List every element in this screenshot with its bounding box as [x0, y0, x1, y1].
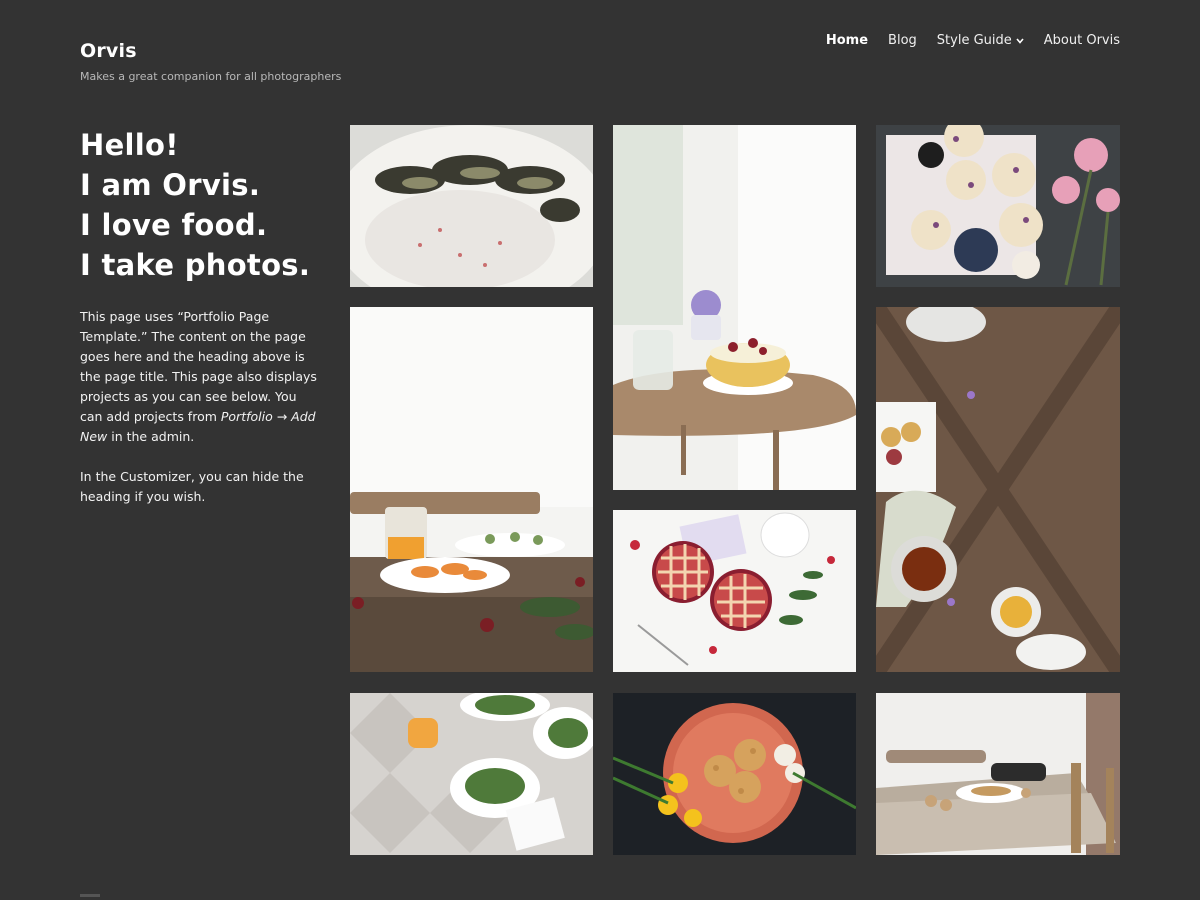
wood-table-photo: [876, 307, 1120, 672]
portfolio-item-dining-room[interactable]: [876, 693, 1120, 855]
page-intro: Hello! I am Orvis. I love food. I take p…: [80, 125, 320, 507]
portfolio-item-berry-pies[interactable]: [613, 510, 856, 672]
pastries-photo: [876, 125, 1120, 287]
portfolio-item-fruit-bowl[interactable]: [613, 125, 856, 490]
nav-item-label: About Orvis: [1043, 33, 1120, 48]
portfolio-grid: [350, 125, 1120, 855]
nav-item-style-guide[interactable]: Style Guide: [937, 33, 1024, 48]
portfolio-item-wood-table[interactable]: [876, 307, 1120, 672]
portfolio-item-pastries[interactable]: [876, 125, 1120, 287]
nav-item-label: Style Guide: [936, 33, 1012, 48]
nav-item-label: Home: [825, 33, 869, 48]
nav-item-label: Blog: [888, 33, 917, 48]
dining-room-photo: [876, 693, 1120, 855]
portfolio-item-breakfast[interactable]: [350, 307, 593, 672]
customizer-paragraph: In the Customizer, you can hide the head…: [80, 469, 304, 504]
headline-line: I take photos.: [80, 248, 311, 282]
headline-line: Hello!: [80, 128, 179, 162]
main-navigation: Home Blog Style Guide About Orvis: [826, 33, 1120, 48]
scroll-indicator: [80, 894, 100, 897]
salads-photo: [350, 693, 593, 855]
oysters-photo: [350, 125, 593, 287]
breakfast-photo: [350, 307, 593, 672]
headline-line: I am Orvis.: [80, 168, 261, 202]
portfolio-item-cookies[interactable]: [613, 693, 856, 855]
portfolio-item-salads[interactable]: [350, 693, 593, 855]
headline-line: I love food.: [80, 208, 268, 242]
site-description: Makes a great companion for all photogra…: [80, 70, 342, 83]
nav-item-about[interactable]: About Orvis: [1044, 33, 1120, 48]
paragraph-tail: in the admin.: [107, 429, 195, 444]
intro-paragraph: This page uses “Portfolio Page Template.…: [80, 307, 320, 447]
page-title: Hello! I am Orvis. I love food. I take p…: [80, 125, 320, 285]
nav-item-blog[interactable]: Blog: [888, 33, 917, 48]
nav-item-home[interactable]: Home: [826, 33, 868, 48]
berry-pies-photo: [613, 510, 856, 672]
fruit-bowl-photo: [613, 125, 856, 490]
portfolio-item-oysters[interactable]: [350, 125, 593, 287]
site-title[interactable]: Orvis: [80, 40, 137, 62]
cookies-photo: [613, 693, 856, 855]
paragraph-text: This page uses “Portfolio Page Template.…: [80, 309, 317, 424]
chevron-down-icon: [1016, 37, 1024, 47]
